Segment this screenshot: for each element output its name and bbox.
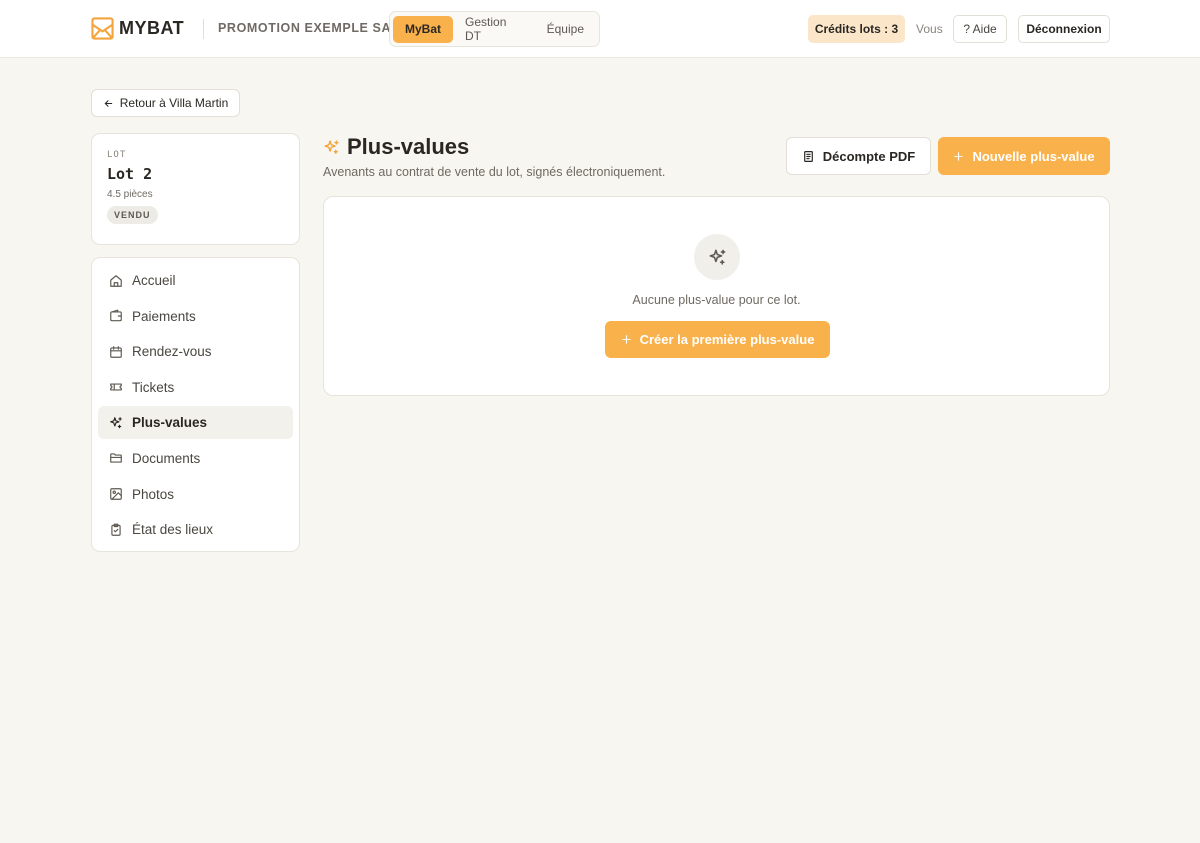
export-pdf-button[interactable]: Décompte PDF <box>786 137 931 175</box>
plus-icon <box>621 335 631 344</box>
app-switcher: MyBat Gestion DT Équipe <box>389 11 600 47</box>
app-tab-equipe[interactable]: Équipe <box>535 16 596 43</box>
mybat-logo-icon <box>91 17 114 40</box>
new-plus-value-button[interactable]: Nouvelle plus-value <box>938 137 1110 175</box>
sidebar-item-documents[interactable]: Documents <box>98 442 293 475</box>
create-first-plus-value-button[interactable]: Créer la première plus-value <box>605 321 830 358</box>
page-header: Plus-values Avenants au contrat de vente… <box>323 134 665 179</box>
clipboard-check-icon <box>111 523 121 536</box>
logout-button[interactable]: Déconnexion <box>1018 15 1110 43</box>
ticket-icon <box>110 383 122 391</box>
status-badge: VENDU <box>107 206 158 224</box>
sidebar-item-etat-des-lieux[interactable]: État des lieux <box>98 513 293 546</box>
create-first-plus-value-label: Créer la première plus-value <box>639 332 815 347</box>
sidebar-item-label: Documents <box>132 450 201 466</box>
sidebar-item-accueil[interactable]: Accueil <box>98 264 293 297</box>
sparkles-icon <box>324 139 339 154</box>
document-icon <box>803 150 813 162</box>
sidebar-item-label: Photos <box>132 486 175 502</box>
brand-logo[interactable]: MYBAT <box>91 17 184 40</box>
app-tab-mybat[interactable]: MyBat <box>393 15 454 43</box>
image-icon <box>110 488 122 500</box>
empty-state-card: Aucune plus-value pour ce lot. Créer la … <box>323 196 1110 396</box>
sidebar-item-label: Tickets <box>132 379 175 395</box>
help-button[interactable]: ? Aide <box>953 15 1007 43</box>
sidebar-item-paiements[interactable]: Paiements <box>98 300 293 333</box>
sidebar-item-plus-values[interactable]: Plus-values <box>98 406 293 440</box>
back-button[interactable]: Retour à Villa Martin <box>91 89 240 117</box>
wallet-icon <box>110 309 122 322</box>
lot-card: LOT Lot 2 4.5 pièces VENDU <box>91 133 300 245</box>
sidebar-item-label: Rendez-vous <box>132 344 212 360</box>
new-plus-value-label: Nouvelle plus-value <box>972 148 1095 164</box>
back-button-label: Retour à Villa Martin <box>119 96 229 110</box>
brand-name: MYBAT <box>119 18 185 38</box>
sparkles-icon <box>709 249 725 265</box>
plus-icon <box>954 151 964 161</box>
lot-kicker: LOT <box>107 150 127 160</box>
sidebar-item-label: État des lieux <box>132 522 214 538</box>
app-tab-gestion-dt[interactable]: Gestion DT <box>453 15 535 43</box>
organization-name: PROMOTION EXEMPLE SA <box>218 21 392 35</box>
page-subtitle: Avenants au contrat de vente du lot, sig… <box>323 165 666 179</box>
current-user-label[interactable]: Vous <box>916 22 943 36</box>
sidebar-item-label: Plus-values <box>132 415 208 431</box>
lot-rooms: 4.5 pièces <box>107 189 153 200</box>
credits-badge: Crédits lots : 3 <box>808 15 905 43</box>
header-divider <box>203 19 204 39</box>
calendar-icon <box>110 345 122 358</box>
sidebar-item-label: Paiements <box>132 308 196 324</box>
arrow-left-icon <box>104 99 112 107</box>
sparkles-icon <box>110 417 122 429</box>
page-title: Plus-values <box>347 134 470 159</box>
sidebar-item-photos[interactable]: Photos <box>98 478 293 511</box>
empty-state-icon-wrap <box>694 234 740 280</box>
empty-state-message: Aucune plus-value pour ce lot. <box>632 293 801 307</box>
top-bar: MYBAT PROMOTION EXEMPLE SA MyBat Gestion… <box>0 0 1200 58</box>
sidebar-item-tickets[interactable]: Tickets <box>98 371 293 404</box>
sidebar-item-label: Accueil <box>132 273 176 288</box>
home-icon <box>110 274 122 287</box>
sidebar-item-rendez-vous[interactable]: Rendez-vous <box>98 335 293 368</box>
folder-icon <box>110 453 122 464</box>
lot-title: Lot 2 <box>107 165 153 183</box>
lot-sidebar: Accueil Paiements Rendez-vous Tickets Pl… <box>91 257 300 552</box>
export-pdf-label: Décompte PDF <box>822 148 916 164</box>
